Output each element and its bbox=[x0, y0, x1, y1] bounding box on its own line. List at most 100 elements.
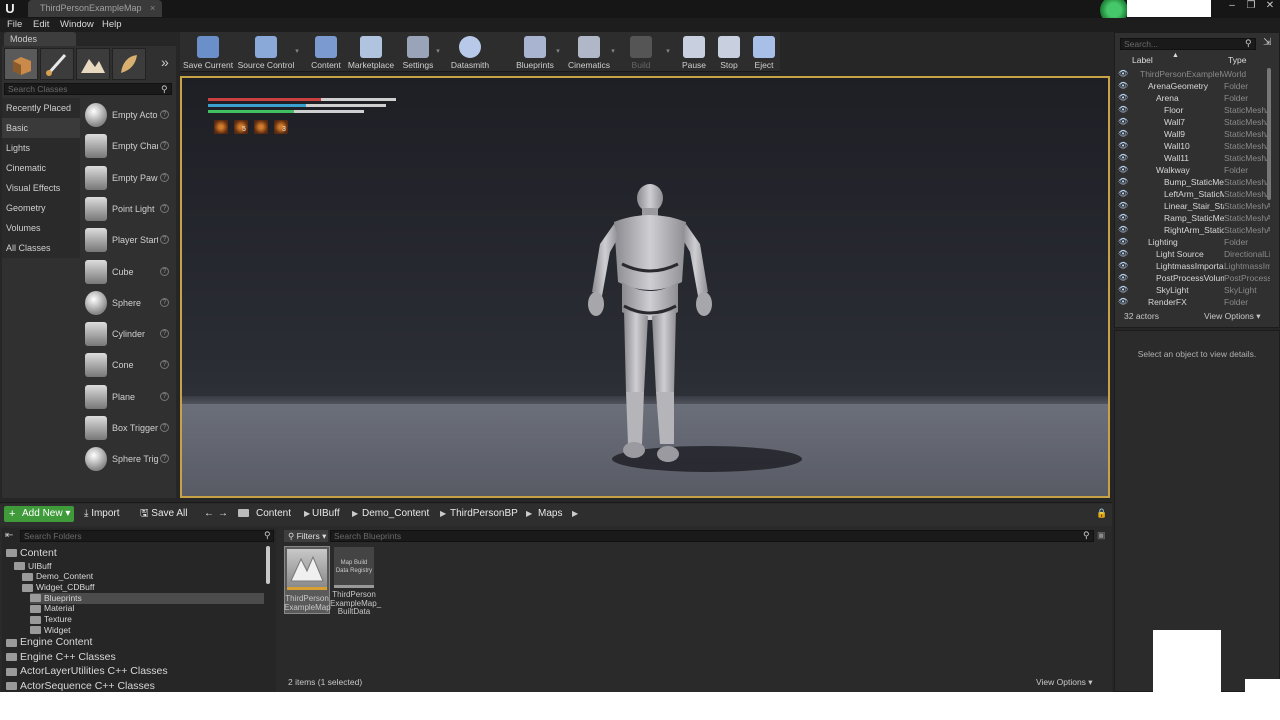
sources-toggle-icon[interactable]: ⇤ bbox=[5, 530, 13, 541]
visibility-eye-icon[interactable]: 👁 bbox=[1118, 236, 1130, 248]
outliner-row[interactable]: 👁 Linear_Stair_StaticMeshStaticMeshActor bbox=[1118, 200, 1270, 212]
outliner-row[interactable]: 👁 ArenaGeometry Folder bbox=[1118, 80, 1268, 92]
breadcrumb-separator-icon[interactable]: ▶ bbox=[440, 506, 446, 522]
import-button[interactable]: ⤓ Import bbox=[84, 506, 120, 522]
class-item[interactable]: Sphere Trigger? bbox=[82, 444, 172, 474]
save-search-icon[interactable]: ▣ bbox=[1097, 530, 1106, 541]
cinematics-button[interactable]: Cinematics bbox=[565, 32, 613, 72]
settings-button[interactable]: Settings bbox=[400, 32, 436, 72]
outliner-row[interactable]: 👁 RenderFX Folder bbox=[1118, 296, 1268, 308]
outliner-view-options[interactable]: View Options ▾ bbox=[1204, 311, 1261, 322]
visibility-eye-icon[interactable]: 👁 bbox=[1118, 68, 1130, 80]
help-icon[interactable]: ? bbox=[160, 297, 169, 307]
outliner-row[interactable]: 👁 Wall9 StaticMeshActor bbox=[1118, 128, 1270, 140]
breadcrumb-thirdpersonbp[interactable]: ThirdPersonBP bbox=[450, 506, 518, 522]
outliner-row[interactable]: 👁 Lighting Folder bbox=[1118, 236, 1268, 248]
folder-tree-item[interactable]: Material bbox=[30, 603, 264, 614]
class-item[interactable]: Cube? bbox=[82, 257, 172, 287]
help-icon[interactable]: ? bbox=[160, 266, 169, 276]
class-item[interactable]: Cone? bbox=[82, 350, 172, 380]
outliner-row[interactable]: 👁 ThirdPersonExampleMapWorld bbox=[1118, 68, 1268, 80]
folder-tree-item[interactable]: ActorSequence C++ Classes bbox=[6, 679, 264, 693]
asset-tile-builtdata[interactable]: Map Build Data Registry bbox=[334, 547, 374, 585]
folder-tree-item[interactable]: UIBuff bbox=[14, 561, 264, 572]
visibility-eye-icon[interactable]: 👁 bbox=[1118, 212, 1130, 224]
pause-button[interactable]: Pause bbox=[680, 32, 708, 72]
mannequin-character[interactable] bbox=[578, 182, 718, 482]
folder-tree-item[interactable]: Widget bbox=[30, 625, 264, 636]
class-item[interactable]: Empty Actor? bbox=[82, 100, 172, 130]
outliner-row[interactable]: 👁 Wall11 StaticMeshActor bbox=[1118, 152, 1270, 164]
paint-mode-button[interactable] bbox=[40, 48, 74, 80]
outliner-row[interactable]: 👁 Bump_StaticMeshStaticMeshActor bbox=[1118, 176, 1270, 188]
category-recently-placed[interactable]: Recently Placed bbox=[2, 98, 80, 118]
outliner-row[interactable]: 👁 Floor StaticMeshActor bbox=[1118, 104, 1270, 116]
breadcrumb-uibuff[interactable]: UIBuff bbox=[312, 506, 340, 522]
marketplace-button[interactable]: Marketplace bbox=[346, 32, 396, 72]
folder-tree-item[interactable]: ActorLayerUtilities C++ Classes bbox=[6, 664, 264, 678]
class-item[interactable]: Player Start? bbox=[82, 225, 172, 255]
level-viewport[interactable]: 5 3 bbox=[180, 76, 1110, 498]
place-mode-button[interactable] bbox=[4, 48, 38, 80]
folder-tree-item[interactable]: Engine Content bbox=[6, 635, 264, 649]
outliner-row[interactable]: 👁 RightArm_StaticMeshStaticMeshActor bbox=[1118, 224, 1270, 236]
outliner-search-input[interactable]: Search... bbox=[1120, 38, 1256, 50]
search-folders-input[interactable]: Search Folders bbox=[20, 530, 274, 542]
dropdown-arrow-icon[interactable]: ▾ bbox=[609, 32, 617, 72]
class-item[interactable]: Sphere? bbox=[82, 288, 172, 318]
dropdown-arrow-icon[interactable]: ▾ bbox=[434, 32, 442, 72]
stop-button[interactable]: Stop bbox=[715, 32, 743, 72]
breadcrumb-separator-icon[interactable]: ▶ bbox=[526, 506, 532, 522]
breadcrumb-separator-icon[interactable]: ▶ bbox=[304, 506, 310, 522]
close-window-button[interactable]: ✕ bbox=[1261, 0, 1279, 14]
outliner-row[interactable]: 👁 Arena Folder bbox=[1118, 92, 1268, 104]
category-geometry[interactable]: Geometry bbox=[2, 198, 80, 218]
blueprints-button[interactable]: Blueprints bbox=[512, 32, 558, 72]
maximize-button[interactable]: ❐ bbox=[1242, 0, 1260, 14]
help-icon[interactable]: ? bbox=[160, 360, 169, 370]
content-view-options[interactable]: View Options ▾ bbox=[1036, 677, 1093, 688]
outliner-col-type[interactable]: Type bbox=[1228, 55, 1246, 65]
folder-tree-item[interactable]: Widget_CDBuff bbox=[22, 582, 264, 593]
dropdown-arrow-icon[interactable]: ▾ bbox=[554, 32, 562, 72]
landscape-mode-button[interactable] bbox=[76, 48, 110, 80]
more-modes-icon[interactable]: » bbox=[161, 54, 169, 70]
visibility-eye-icon[interactable]: 👁 bbox=[1118, 188, 1130, 200]
outliner-row[interactable]: 👁 PostProcessVolumePostProcessVolume bbox=[1118, 272, 1270, 284]
visibility-eye-icon[interactable]: 👁 bbox=[1118, 248, 1130, 260]
visibility-eye-icon[interactable]: 👁 bbox=[1118, 104, 1130, 116]
build-button[interactable]: Build bbox=[628, 32, 654, 72]
outliner-settings-icon[interactable]: ⇲ bbox=[1263, 37, 1271, 48]
class-item[interactable]: Point Light? bbox=[82, 194, 172, 224]
save-current-button[interactable]: Save Current bbox=[183, 32, 233, 72]
menu-help[interactable]: Help bbox=[102, 18, 122, 32]
outliner-row[interactable]: 👁 SkyLight SkyLight bbox=[1118, 284, 1268, 296]
category-visual-effects[interactable]: Visual Effects bbox=[2, 178, 80, 198]
help-icon[interactable]: ? bbox=[160, 235, 169, 245]
outliner-row[interactable]: 👁 Wall10 StaticMeshActor bbox=[1118, 140, 1270, 152]
class-item[interactable]: Box Trigger? bbox=[82, 413, 172, 443]
source-control-button[interactable]: Source Control bbox=[237, 32, 295, 72]
datasmith-button[interactable]: Datasmith bbox=[447, 32, 493, 72]
breadcrumb-separator-icon[interactable]: ▶ bbox=[572, 506, 578, 522]
help-icon[interactable]: ? bbox=[160, 110, 169, 119]
breadcrumb-demo-content[interactable]: Demo_Content bbox=[362, 506, 429, 522]
visibility-eye-icon[interactable]: 👁 bbox=[1118, 80, 1130, 92]
eject-button[interactable]: Eject bbox=[750, 32, 778, 72]
save-all-button[interactable]: 🖫 Save All bbox=[140, 506, 187, 522]
help-icon[interactable]: ? bbox=[160, 172, 169, 182]
back-button[interactable]: ← bbox=[204, 506, 214, 522]
outliner-row[interactable]: 👁 Ramp_StaticMeshStaticMeshActor bbox=[1118, 212, 1270, 224]
visibility-eye-icon[interactable]: 👁 bbox=[1118, 272, 1130, 284]
breadcrumb-separator-icon[interactable]: ▶ bbox=[352, 506, 358, 522]
help-icon[interactable]: ? bbox=[160, 329, 169, 339]
breadcrumb-maps[interactable]: Maps bbox=[538, 506, 562, 522]
class-item[interactable]: Cylinder? bbox=[82, 319, 172, 349]
filters-button[interactable]: ⚲ Filters ▾ bbox=[284, 530, 328, 542]
dropdown-arrow-icon[interactable]: ▾ bbox=[664, 32, 672, 72]
outliner-row[interactable]: 👁 Light Source DirectionalLight bbox=[1118, 248, 1270, 260]
outliner-row[interactable]: 👁 LeftArm_StaticMeshStaticMeshActor bbox=[1118, 188, 1270, 200]
menu-window[interactable]: Window bbox=[60, 18, 94, 32]
outliner-col-label[interactable]: Label bbox=[1132, 55, 1153, 65]
folder-tree-item[interactable]: Engine C++ Classes bbox=[6, 650, 264, 664]
